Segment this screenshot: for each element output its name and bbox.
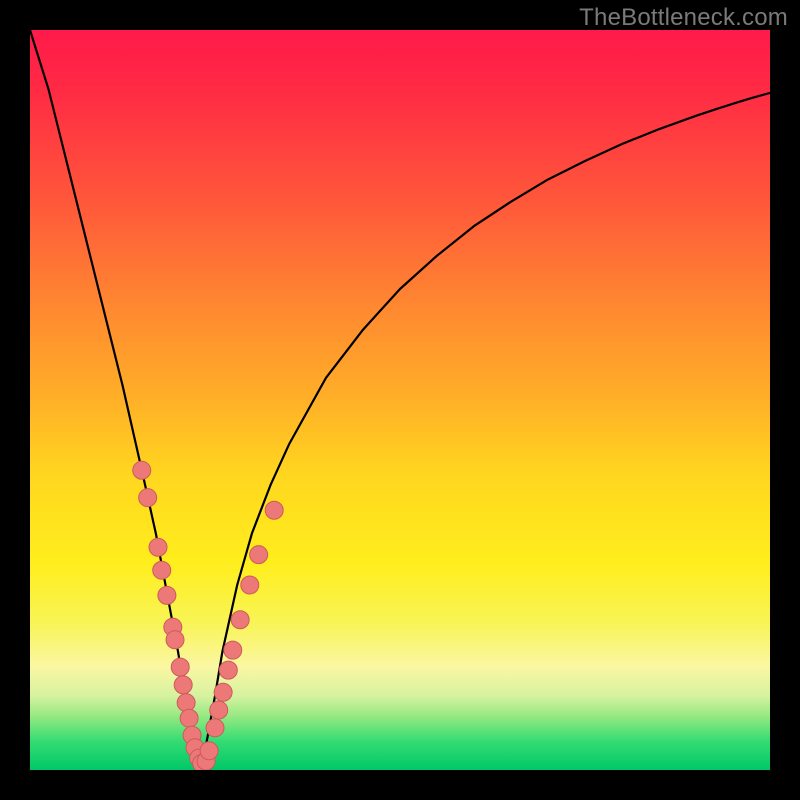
data-marker bbox=[206, 719, 224, 737]
data-marker bbox=[174, 676, 192, 694]
bottleneck-curve bbox=[30, 30, 770, 766]
data-marker bbox=[158, 586, 176, 604]
data-marker bbox=[219, 661, 237, 679]
data-marker bbox=[180, 709, 198, 727]
data-marker bbox=[133, 461, 151, 479]
data-marker bbox=[210, 701, 228, 719]
data-marker bbox=[214, 683, 232, 701]
data-marker bbox=[149, 538, 167, 556]
data-marker bbox=[224, 641, 242, 659]
data-marker bbox=[200, 742, 218, 760]
marker-layer bbox=[133, 461, 283, 770]
chart-svg bbox=[30, 30, 770, 770]
plot-area bbox=[30, 30, 770, 770]
watermark-text: TheBottleneck.com bbox=[579, 6, 788, 30]
data-marker bbox=[265, 501, 283, 519]
data-marker bbox=[231, 611, 249, 629]
data-marker bbox=[153, 561, 171, 579]
data-marker bbox=[177, 694, 195, 712]
data-marker bbox=[250, 546, 268, 564]
chart-frame: TheBottleneck.com bbox=[0, 0, 800, 800]
data-marker bbox=[171, 658, 189, 676]
data-marker bbox=[241, 576, 259, 594]
curve-path bbox=[30, 30, 770, 766]
data-marker bbox=[166, 631, 184, 649]
data-marker bbox=[139, 489, 157, 507]
